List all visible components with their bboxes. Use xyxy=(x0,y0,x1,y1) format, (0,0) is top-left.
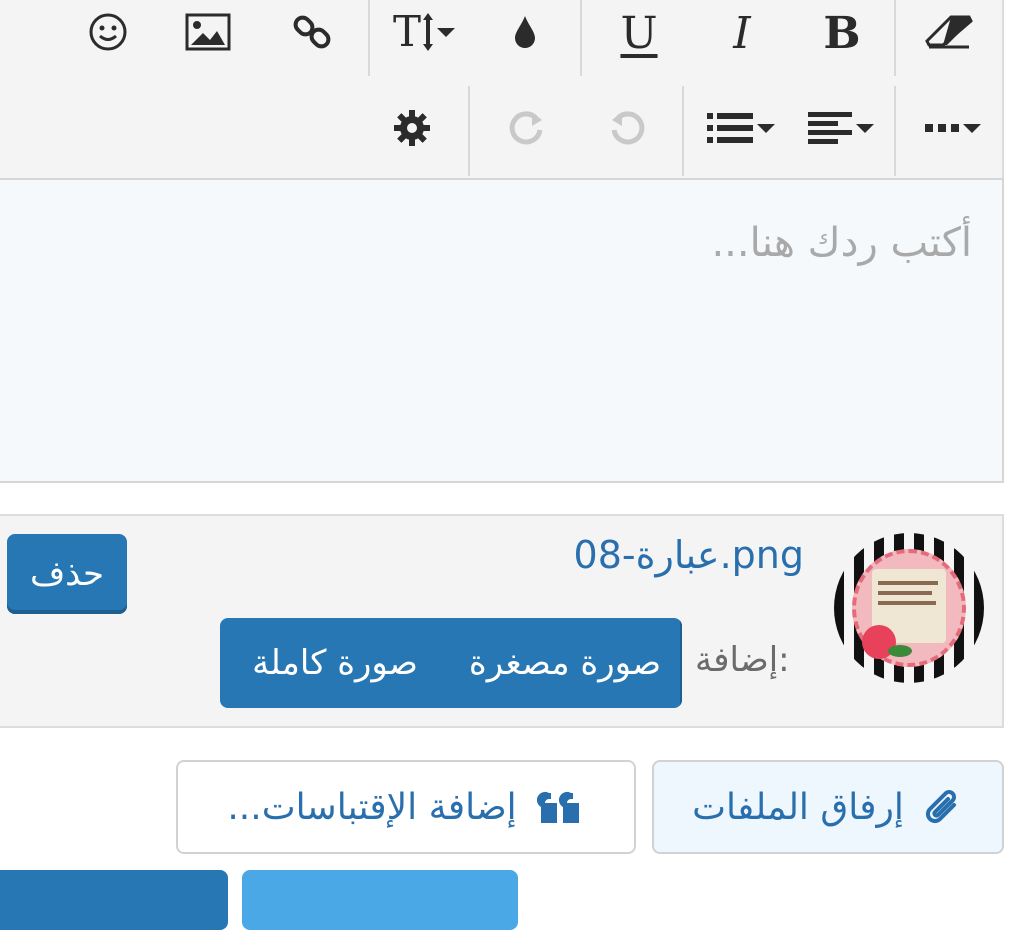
add-quotes-label: إضافة الإقتباسات... xyxy=(227,786,517,828)
bold-button[interactable]: B xyxy=(820,6,864,62)
toolbar-separator xyxy=(468,86,470,176)
attachment-thumbnail xyxy=(834,533,984,683)
toolbar-separator xyxy=(894,86,896,176)
eraser-icon[interactable] xyxy=(924,12,974,52)
primary-submit-button[interactable] xyxy=(0,870,228,930)
toolbar-separator xyxy=(580,0,582,76)
toolbar-separator xyxy=(368,0,370,76)
text-size-icon: T xyxy=(392,7,421,56)
undo-icon[interactable] xyxy=(606,106,650,150)
caret-down-icon xyxy=(437,28,455,37)
attachment-filename[interactable]: عبارة-08.png xyxy=(574,533,804,577)
font-size-button[interactable]: T xyxy=(384,8,466,56)
caret-down-icon xyxy=(856,124,874,133)
attach-files-label: إرفاق الملفات xyxy=(692,786,904,828)
align-button[interactable] xyxy=(802,108,882,148)
list-button[interactable] xyxy=(702,108,782,148)
reply-editor[interactable]: أكتب ردك هنا... xyxy=(0,178,1004,483)
italic-icon: I xyxy=(733,8,751,59)
secondary-submit-button[interactable] xyxy=(242,870,518,930)
bold-icon: B xyxy=(823,8,861,59)
caret-down-icon xyxy=(963,124,981,133)
editor-placeholder: أكتب ردك هنا... xyxy=(711,220,972,266)
list-icon xyxy=(707,113,753,143)
more-dots-icon xyxy=(925,124,959,132)
italic-button[interactable]: I xyxy=(722,6,762,62)
attach-files-button[interactable]: إرفاق الملفات xyxy=(652,760,1004,854)
insert-thumbnail-button[interactable]: صورة مصغرة xyxy=(450,618,682,708)
color-drop-icon[interactable] xyxy=(508,10,542,54)
quote-icon xyxy=(536,791,579,823)
link-icon[interactable] xyxy=(290,10,334,54)
editor-toolbar: T U I B xyxy=(0,0,1004,180)
arrow-updown-icon xyxy=(423,13,433,51)
toolbar-separator xyxy=(682,86,684,176)
toolbar-separator xyxy=(894,0,896,76)
add-quotes-button[interactable]: إضافة الإقتباسات... xyxy=(176,760,636,854)
gear-icon[interactable] xyxy=(390,106,434,150)
underline-button[interactable]: U xyxy=(614,6,664,62)
underline-icon: U xyxy=(620,8,658,59)
caret-down-icon xyxy=(757,124,775,133)
more-options-button[interactable] xyxy=(916,108,992,148)
align-left-icon xyxy=(808,112,852,144)
insert-full-image-button[interactable]: صورة كاملة xyxy=(220,618,450,708)
delete-attachment-button[interactable]: حذف xyxy=(7,534,127,614)
redo-icon[interactable] xyxy=(504,106,548,150)
insert-label: إضافة: xyxy=(695,640,790,680)
insert-button-group: صورة كاملة صورة مصغرة xyxy=(220,618,682,708)
paperclip-icon xyxy=(925,790,956,824)
smiley-icon[interactable] xyxy=(86,10,130,54)
image-icon[interactable] xyxy=(184,12,232,52)
